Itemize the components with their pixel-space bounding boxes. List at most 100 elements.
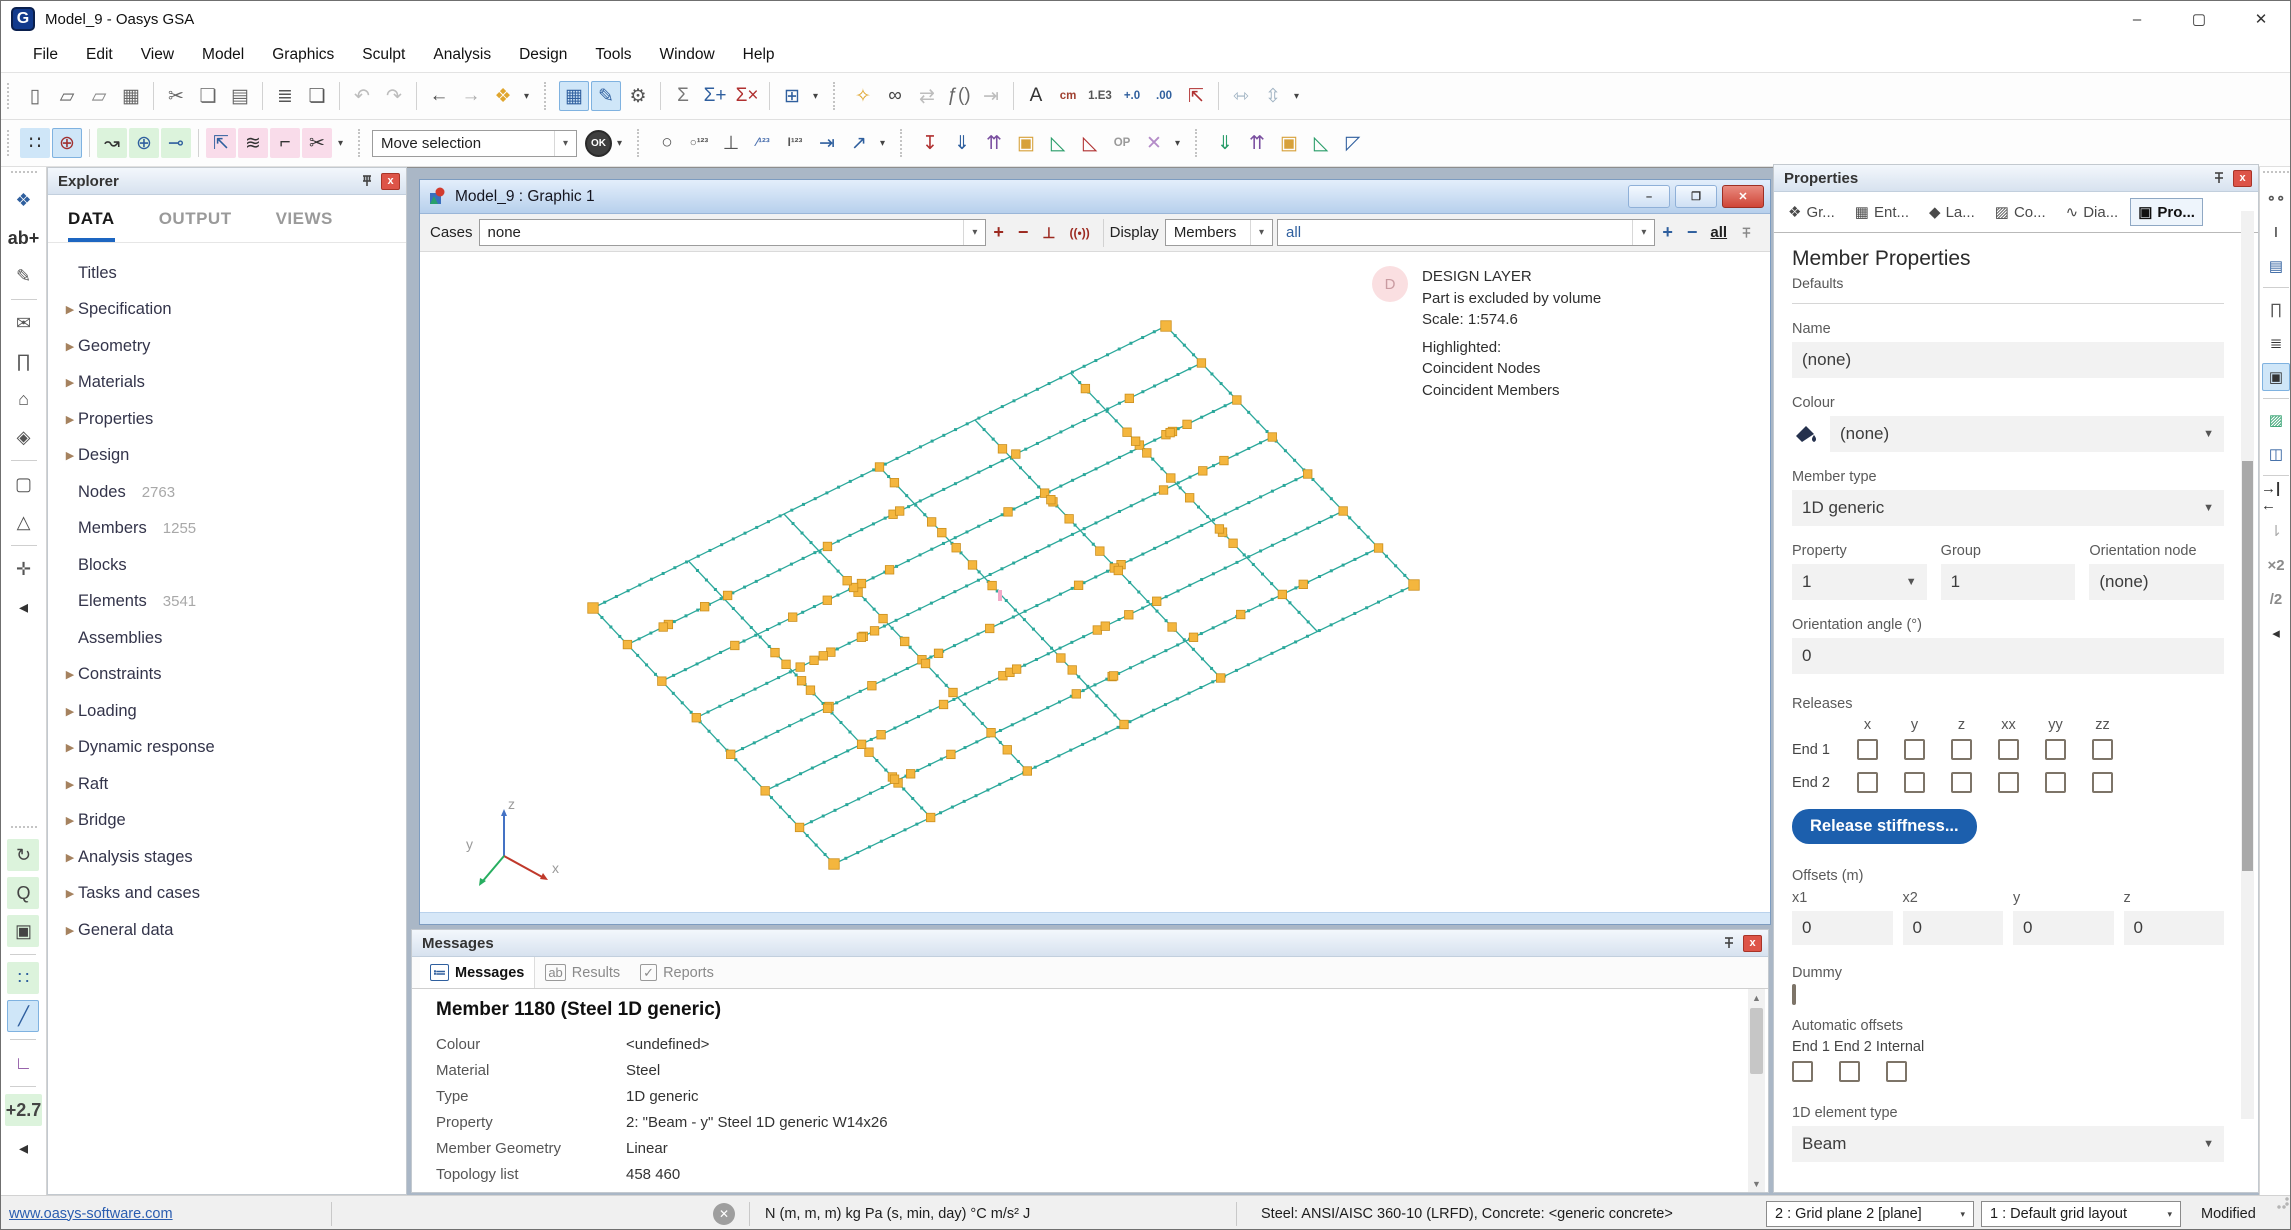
name-field[interactable]: (none) [1792, 342, 2224, 378]
menu-item[interactable]: Graphics [258, 37, 348, 72]
chevron-down-icon[interactable]: ▾ [1632, 220, 1654, 245]
more-decimals-icon[interactable]: +.0 [1117, 81, 1147, 111]
maximize-button[interactable]: ▢ [2168, 1, 2230, 37]
zoom-icon[interactable]: Q [7, 877, 39, 909]
expand-arrow-icon[interactable]: ▶ [48, 705, 78, 718]
close-button[interactable]: ✕ [2230, 1, 2291, 37]
explorer-item-tasks-and-cases[interactable]: ▶ Tasks and cases [48, 876, 406, 913]
explorer-item-titles[interactable]: Titles [48, 255, 406, 292]
explorer-item-loading[interactable]: ▶ Loading [48, 693, 406, 730]
member-type-field[interactable]: 1D generic ▼ [1792, 490, 2224, 526]
sum-icon[interactable]: Σ [668, 81, 698, 111]
preferences-wrench-icon[interactable]: ⚙ [623, 81, 653, 111]
portal-frame-icon[interactable]: ∏ [8, 345, 40, 377]
sculpt-cursor-icon[interactable]: ∷ [20, 128, 50, 158]
end2-yy-checkbox[interactable] [2045, 772, 2066, 793]
tri-load-red-icon[interactable]: ◺ [1075, 128, 1105, 158]
beam-load-icon[interactable]: ⇈ [979, 128, 1009, 158]
close-file-icon[interactable]: ▱ [84, 81, 114, 111]
menu-item[interactable]: Window [646, 37, 729, 72]
units-icon[interactable]: cm [1053, 81, 1083, 111]
properties-page-icon[interactable]: ▤ [2262, 252, 2290, 280]
properties-scrollbar[interactable] [2241, 211, 2254, 1119]
end2-zz-checkbox[interactable] [2092, 772, 2113, 793]
graphic-minimize-button[interactable]: – [1628, 185, 1670, 208]
end2-xx-checkbox[interactable] [1998, 772, 2019, 793]
explorer-item-elements[interactable]: Elements 3541 [48, 584, 406, 621]
tab-properties[interactable]: ▣ Pro... [2130, 198, 2203, 226]
explorer-item-blocks[interactable]: Blocks [48, 547, 406, 584]
broadcast-display-button[interactable]: ((•)) [1070, 226, 1090, 240]
end1-z-checkbox[interactable] [1951, 739, 1972, 760]
add-entity-icon[interactable]: ⊕ [52, 128, 82, 158]
orientation-node-field[interactable]: (none) [2089, 564, 2224, 600]
tab-results[interactable]: ab Results [535, 957, 630, 988]
view-cube-icon[interactable]: ▣ [7, 915, 39, 947]
node-icon[interactable]: ○ [652, 128, 682, 158]
diagram-settings-icon[interactable]: ◫ [2262, 440, 2290, 468]
replace-icon[interactable]: ⇄ [912, 81, 942, 111]
wireframe-box-icon[interactable]: ▢ [8, 468, 40, 500]
find-icon[interactable]: ∞ [880, 81, 910, 111]
envelope-icon[interactable]: ✉ [8, 307, 40, 339]
format-painter-icon[interactable]: ❖ [488, 81, 518, 111]
graphic-restore-button[interactable]: ❐ [1675, 185, 1717, 208]
graphic-title-bar[interactable]: Model_9 : Graphic 1 – ❐ ✕ [420, 180, 1770, 214]
close-icon[interactable]: x [2233, 170, 2252, 187]
explorer-item-members[interactable]: Members 1255 [48, 511, 406, 548]
menu-item[interactable]: Design [505, 37, 581, 72]
tab-data[interactable]: DATA [68, 209, 115, 242]
move-selection-combo[interactable]: Move selection ▾ [372, 130, 577, 157]
exponent-icon[interactable]: 1.E3 [1085, 81, 1115, 111]
undo-icon[interactable]: ↶ [347, 81, 377, 111]
show-all-button[interactable]: all [1710, 224, 1727, 241]
dropdown-caret-icon[interactable]: ▾ [334, 128, 347, 158]
scroll-thumb[interactable] [2242, 461, 2253, 871]
explorer-item-materials[interactable]: ▶ Materials [48, 365, 406, 402]
expand-arrow-icon[interactable]: ▶ [48, 376, 78, 389]
support-display-button[interactable]: ⊥ [1042, 224, 1055, 242]
graphic-close-button[interactable]: ✕ [1722, 185, 1764, 208]
support-icon[interactable]: ⊥ [716, 128, 746, 158]
sum-add-icon[interactable]: Σ+ [700, 81, 730, 111]
offset-z-field[interactable]: 0 [2124, 911, 2225, 945]
menu-item[interactable]: Tools [581, 37, 645, 72]
end1-zz-checkbox[interactable] [2092, 739, 2113, 760]
end1-y-checkbox[interactable] [1904, 739, 1925, 760]
edit-grid-load-icon[interactable]: ◸ [1338, 128, 1368, 158]
pin-icon[interactable] [1739, 225, 1754, 241]
colour-field[interactable]: (none) ▼ [1830, 416, 2224, 452]
ok-button[interactable]: OK [585, 130, 612, 157]
copy-icon[interactable]: ❏ [193, 81, 223, 111]
expand-arrow-icon[interactable]: ▶ [48, 778, 78, 791]
expand-arrow-icon[interactable]: ▶ [48, 668, 78, 681]
explorer-item-nodes[interactable]: Nodes 2763 [48, 474, 406, 511]
grid-layout-combo[interactable]: 1 : Default grid layout ▾ [1981, 1201, 2181, 1227]
auto-end2-checkbox[interactable] [1839, 1061, 1860, 1082]
back-icon[interactable]: ← [424, 81, 454, 111]
tab-messages[interactable]: ≔ Messages [420, 957, 535, 988]
expand-rows-icon[interactable]: ⇿ [1226, 81, 1256, 111]
explorer-item-properties[interactable]: ▶ Properties [48, 401, 406, 438]
paint-bucket-icon[interactable] [1792, 422, 1820, 446]
collapse-left-icon[interactable]: ◂ [7, 1132, 39, 1164]
chevron-down-icon[interactable]: ▼ [2203, 502, 2214, 514]
dummy-checkbox[interactable] [1792, 984, 1796, 1005]
explorer-item-general-data[interactable]: ▶ General data [48, 912, 406, 949]
display-combo[interactable]: Members ▾ [1165, 219, 1273, 246]
menu-item[interactable]: Model [188, 37, 258, 72]
expand-arrow-icon[interactable]: ▶ [48, 851, 78, 864]
font-icon[interactable]: A [1021, 81, 1051, 111]
messages-scrollbar[interactable]: ▲ ▼ [1748, 989, 1765, 1192]
explorer-item-specification[interactable]: ▶ Specification [48, 292, 406, 329]
half-icon[interactable]: /2 [2262, 585, 2290, 613]
select-nodes-icon[interactable]: ∷ [7, 962, 39, 994]
forward-icon[interactable]: → [456, 81, 486, 111]
scroll-down-icon[interactable]: ▼ [1748, 1175, 1765, 1192]
collapse-left-icon[interactable]: ◂ [8, 591, 40, 623]
orientation-angle-field[interactable]: 0 [1792, 638, 2224, 674]
resize-grip[interactable] [2276, 1196, 2290, 1230]
pin-icon[interactable] [1721, 935, 1737, 951]
orbit-icon[interactable]: ↻ [7, 839, 39, 871]
cases-combo[interactable]: none ▾ [479, 219, 987, 246]
